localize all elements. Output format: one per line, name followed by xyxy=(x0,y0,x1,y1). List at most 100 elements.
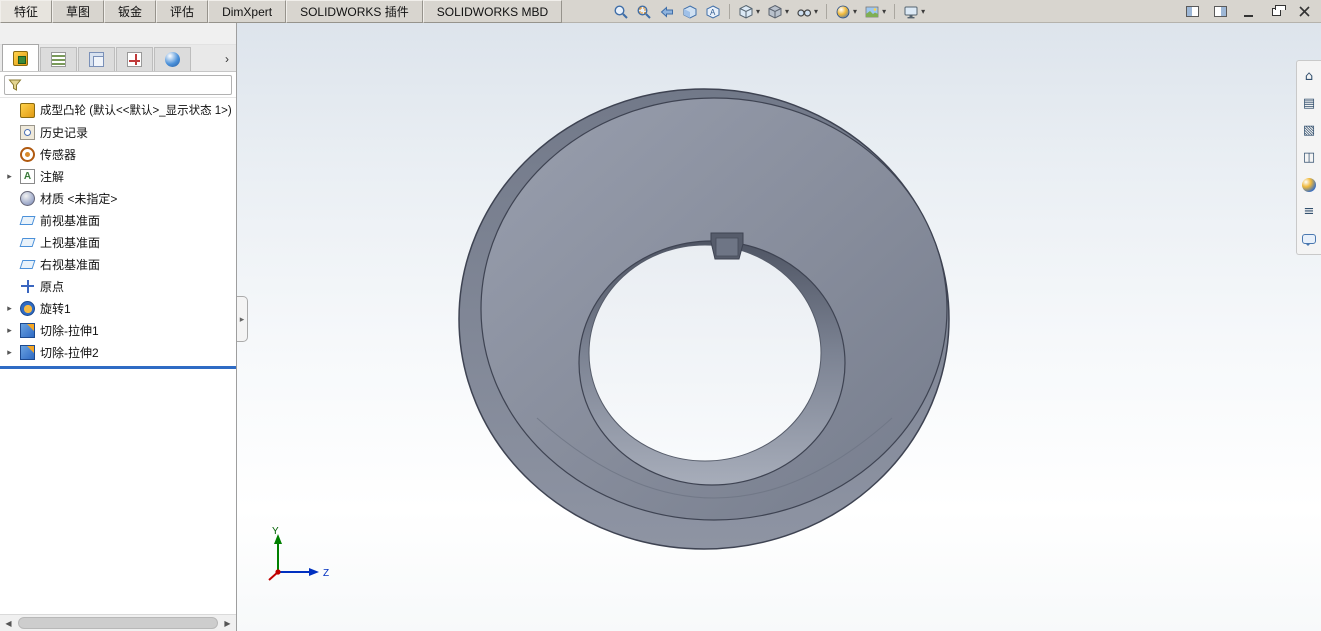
tree-item-cut-extrude1[interactable]: ▸ 切除-拉伸1 xyxy=(0,319,236,341)
tab-dimxpertmanager[interactable] xyxy=(116,47,153,71)
solidworks-forum-button[interactable] xyxy=(1299,229,1319,248)
z-axis-label: Z xyxy=(323,568,329,579)
tab-displaymanager[interactable] xyxy=(154,47,191,71)
ribbon-tab-sheet-metal[interactable]: 钣金 xyxy=(104,0,157,23)
tree-item-material[interactable]: 材质 <未指定> xyxy=(0,187,236,209)
plane-icon xyxy=(20,257,35,272)
featuremanager-tree-icon xyxy=(13,50,28,66)
hide-show-items-button[interactable]: ▾ xyxy=(793,1,821,22)
heads-up-view-toolbar: A ▾ ▾ ▾ ▾ ▾ ▾ xyxy=(610,0,928,23)
ribbon-tab-features[interactable]: 特征 xyxy=(0,0,53,23)
dropdown-caret: ▾ xyxy=(921,6,926,16)
tab-propertymanager[interactable] xyxy=(40,47,77,71)
scroll-left-button[interactable]: ◀ xyxy=(0,615,17,631)
propertymanager-icon xyxy=(51,52,66,67)
featuremanager-panel: › 成型凸轮 (默认<<默认>_显示状态 1>) 历史记录 传感器 ▸ A 注解… xyxy=(0,23,237,631)
tab-configurationmanager[interactable] xyxy=(78,47,115,71)
ribbon-tab-solidworks-addins[interactable]: SOLIDWORKS 插件 xyxy=(286,0,423,23)
svg-text:A: A xyxy=(710,8,716,17)
expand-arrow-icon[interactable]: ▸ xyxy=(4,303,15,314)
appearances-scenes-button[interactable] xyxy=(1299,175,1319,194)
ribbon-tab-sketch[interactable]: 草图 xyxy=(52,0,105,23)
tree-item-top-plane[interactable]: 上视基准面 xyxy=(0,231,236,253)
expand-arrow-icon[interactable]: ▸ xyxy=(4,325,15,336)
expand-arrow-icon[interactable]: ▸ xyxy=(4,171,15,182)
origin-icon xyxy=(20,279,35,294)
scroll-right-button[interactable]: ▶ xyxy=(219,615,236,631)
design-library-button[interactable]: ▤ xyxy=(1299,94,1319,113)
home-icon: ⌂ xyxy=(1304,69,1314,84)
view-orientation-button[interactable]: ▾ xyxy=(735,1,763,22)
tree-item-front-plane[interactable]: 前视基准面 xyxy=(0,209,236,231)
panel-horizontal-scrollbar[interactable]: ◀ ▶ xyxy=(0,614,236,631)
tree-filter-input[interactable] xyxy=(25,76,228,93)
panel-header-strip xyxy=(0,23,236,45)
previous-view-button[interactable] xyxy=(656,1,678,22)
cut-extrude-feature-icon xyxy=(20,322,35,338)
panel-tab-strip: › xyxy=(0,44,236,72)
tree-filter-row xyxy=(0,72,236,98)
display-style-icon xyxy=(768,4,782,19)
solidworks-resources-home-button[interactable]: ⌂ xyxy=(1299,67,1319,86)
tree-item-history[interactable]: 历史记录 xyxy=(0,121,236,143)
y-axis-label: Y xyxy=(272,526,279,537)
panel-tabs-overflow-button[interactable]: › xyxy=(225,52,229,66)
solidworks-window: Y Z 特征 草图 钣金 评估 DimXpert SOLIDWORKS 插件 S… xyxy=(0,0,1321,631)
custom-properties-button[interactable]: ≡ xyxy=(1299,202,1319,221)
filter-funnel-icon xyxy=(8,79,22,91)
previous-view-icon xyxy=(660,5,673,18)
tree-item-cut-extrude2[interactable]: ▸ 切除-拉伸2 xyxy=(0,341,236,363)
tree-item-label: 前视基准面 xyxy=(40,213,101,228)
forum-speech-bubble-icon xyxy=(1302,233,1316,246)
display-style-button[interactable]: ▾ xyxy=(764,1,792,22)
apply-scene-button[interactable]: ▾ xyxy=(861,1,889,22)
ribbon-tab-dimxpert[interactable]: DimXpert xyxy=(208,0,287,23)
ribbon-tab-evaluate[interactable]: 评估 xyxy=(156,0,209,23)
close-icon xyxy=(1298,6,1310,17)
tree-item-annotations[interactable]: ▸ 注解 xyxy=(0,165,236,187)
history-folder-icon xyxy=(20,124,35,140)
apply-scene-icon xyxy=(865,6,879,17)
file-explorer-button[interactable]: ▧ xyxy=(1299,121,1319,140)
panel-flyout-handle[interactable]: ▸ xyxy=(237,296,248,342)
graphics-area[interactable]: Y Z xyxy=(237,23,1321,631)
dynamic-annotation-views-button[interactable]: A xyxy=(702,1,724,22)
zoom-to-area-button[interactable] xyxy=(633,1,655,22)
tree-item-origin[interactable]: 原点 xyxy=(0,275,236,297)
expand-arrow-icon[interactable]: ▸ xyxy=(4,347,15,358)
toggle-left-pane-button[interactable] xyxy=(1183,3,1201,21)
tree-item-right-plane[interactable]: 右视基准面 xyxy=(0,253,236,275)
view-settings-button[interactable]: ▾ xyxy=(900,1,928,22)
dropdown-caret: ▾ xyxy=(785,6,790,16)
tree-item-label: 旋转1 xyxy=(40,301,71,316)
tree-item-label: 历史记录 xyxy=(40,125,89,140)
toggle-right-pane-button[interactable] xyxy=(1211,3,1229,21)
configurationmanager-icon xyxy=(89,52,104,67)
cut-extrude-feature-icon xyxy=(20,344,35,360)
tree-root-label: 成型凸轮 (默认<<默认>_显示状态 1>) xyxy=(40,105,232,117)
rollback-bar[interactable] xyxy=(0,366,236,369)
annotations-icon xyxy=(20,168,35,184)
zoom-fit-icon xyxy=(614,4,628,19)
view-palette-button[interactable]: ◫ xyxy=(1299,148,1319,167)
scrollbar-thumb[interactable] xyxy=(18,617,218,629)
design-library-icon: ▤ xyxy=(1302,96,1316,111)
tree-root-part[interactable]: 成型凸轮 (默认<<默认>_显示状态 1>) xyxy=(0,99,236,121)
z-axis-arrow xyxy=(309,568,319,576)
close-button[interactable] xyxy=(1295,3,1313,21)
restore-button[interactable] xyxy=(1267,3,1286,21)
section-view-button[interactable] xyxy=(679,1,701,22)
dropdown-caret: ▾ xyxy=(882,6,887,16)
material-icon xyxy=(20,190,35,206)
edit-appearance-button[interactable]: ▾ xyxy=(832,1,860,22)
cam-model-3d[interactable] xyxy=(237,23,1321,631)
window-controls xyxy=(1183,0,1313,23)
ribbon-tab-solidworks-mbd[interactable]: SOLIDWORKS MBD xyxy=(422,0,563,23)
section-view-icon xyxy=(683,4,697,19)
tree-item-revolve1[interactable]: ▸ 旋转1 xyxy=(0,297,236,319)
tree-item-label: 原点 xyxy=(40,279,65,294)
tree-item-sensors[interactable]: 传感器 xyxy=(0,143,236,165)
tab-featuremanager-design-tree[interactable] xyxy=(2,44,39,71)
minimize-button[interactable] xyxy=(1239,3,1257,21)
zoom-fit-button[interactable] xyxy=(610,1,632,22)
